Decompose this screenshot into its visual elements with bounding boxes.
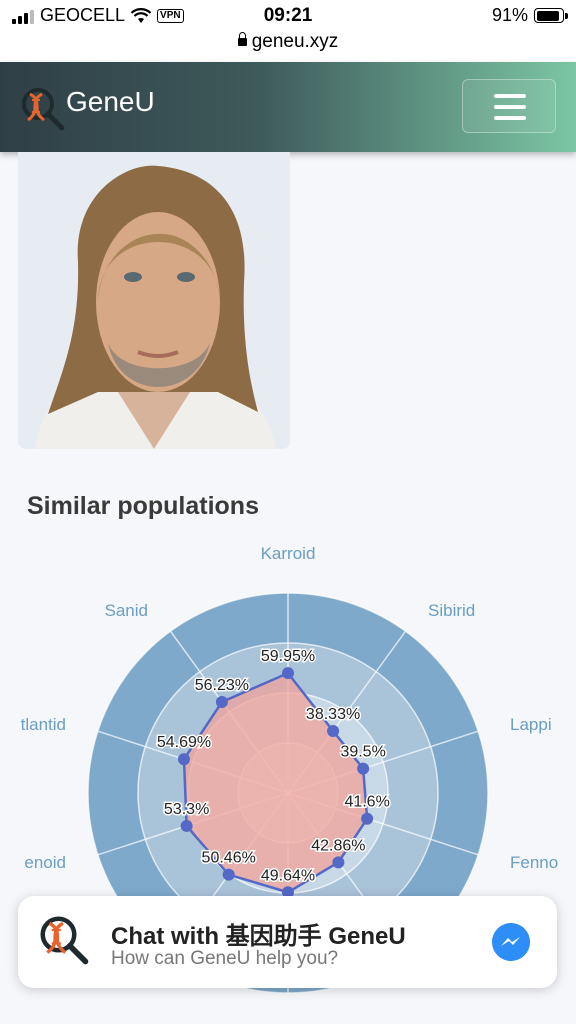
axis-label: Lappi xyxy=(510,715,552,734)
data-label: 56.23% xyxy=(195,677,249,694)
profile-photo xyxy=(18,152,290,449)
data-label: 49.64% xyxy=(261,867,315,884)
battery-percent: 91% xyxy=(491,5,528,25)
axis-label: Sanid xyxy=(105,601,148,620)
data-label: 42.86% xyxy=(311,837,365,854)
data-label: 39.5% xyxy=(340,744,385,761)
data-label: 38.33% xyxy=(306,706,360,723)
data-point[interactable] xyxy=(180,819,193,832)
chat-title: Chat with 基因助手 GeneU xyxy=(111,923,406,950)
data-point[interactable] xyxy=(215,696,228,709)
hamburger-menu-icon xyxy=(494,94,526,98)
axis-label: Karroid xyxy=(261,544,316,563)
data-point[interactable] xyxy=(177,753,190,766)
chat-subtitle: How can GeneU help you? xyxy=(111,948,339,969)
data-point[interactable] xyxy=(327,724,340,737)
section-title: Similar populations xyxy=(27,492,259,520)
dna-magnifier-icon xyxy=(40,916,89,965)
axis-label: Fenno xyxy=(510,853,558,872)
address-bar[interactable]: geneu.xyz xyxy=(0,31,576,53)
dna-magnifier-icon[interactable] xyxy=(18,84,66,132)
messenger-icon[interactable] xyxy=(492,923,530,961)
data-label: 59.95% xyxy=(261,648,315,665)
data-label: 54.69% xyxy=(157,734,211,751)
status-bar: GEOCELL VPN 09:21 91% geneu.xyz xyxy=(0,0,576,62)
data-point[interactable] xyxy=(361,812,374,825)
site-header: GeneU xyxy=(0,62,576,152)
url-text: geneu.xyz xyxy=(251,31,339,52)
axis-label: enoid xyxy=(24,853,66,872)
data-point[interactable] xyxy=(282,667,294,680)
data-label: 53.3% xyxy=(164,801,209,818)
hamburger-menu-button[interactable] xyxy=(462,79,556,133)
lock-icon xyxy=(237,32,247,46)
data-point[interactable] xyxy=(357,762,370,775)
chat-widget[interactable]: Chat with 基因助手 GeneU How can GeneU help … xyxy=(18,896,557,988)
data-label: 41.6% xyxy=(344,794,389,811)
brand-name[interactable]: GeneU xyxy=(66,86,155,118)
status-right: 91% xyxy=(491,5,568,26)
axis-label: tlantid xyxy=(21,715,66,734)
data-point[interactable] xyxy=(222,868,235,881)
clock: 09:21 xyxy=(263,5,313,26)
data-label: 50.46% xyxy=(202,850,256,867)
battery-icon xyxy=(534,8,568,23)
axis-label: Sibirid xyxy=(428,601,475,620)
data-point[interactable] xyxy=(332,856,345,869)
